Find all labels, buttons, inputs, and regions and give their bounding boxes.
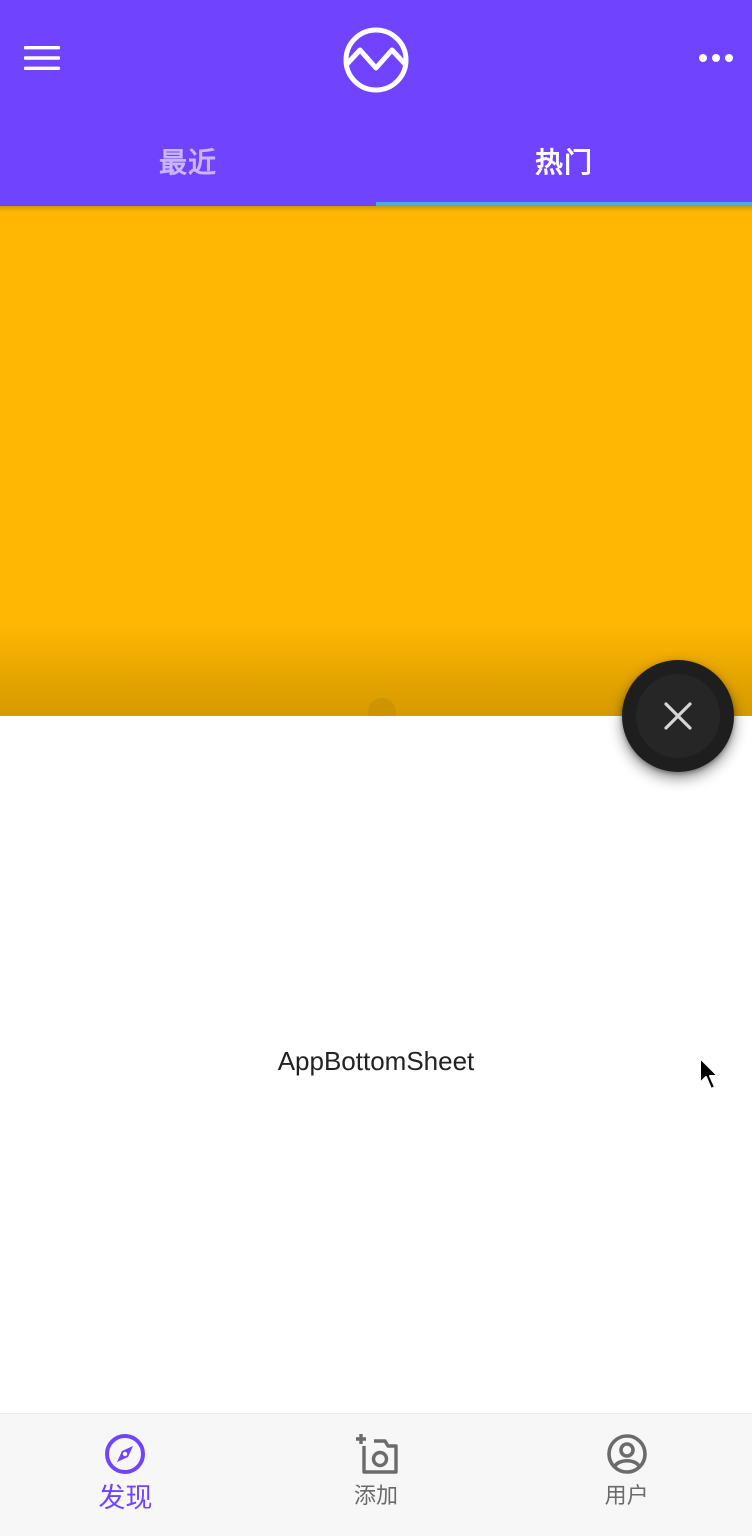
- more-horizontal-icon: [699, 54, 733, 62]
- tab-recent[interactable]: 最近: [0, 116, 376, 206]
- tab-bar-shadow: [0, 206, 752, 212]
- account-circle-icon: [606, 1434, 647, 1474]
- more-options-button[interactable]: [690, 36, 742, 80]
- tab-recent-label: 最近: [158, 146, 217, 179]
- nav-item-user[interactable]: 用户: [501, 1414, 752, 1536]
- bottom-sheet-label: AppBottomSheet: [277, 1046, 475, 1076]
- content-shape: [362, 692, 402, 716]
- content-area: [0, 206, 752, 716]
- nav-label-discover: 发现: [98, 1483, 153, 1514]
- app-screen: 最近 热门 AppBottomSheet 发现 添加 用户: [0, 0, 752, 1536]
- nav-label-user: 用户: [604, 1484, 649, 1509]
- nav-item-discover[interactable]: 发现: [0, 1414, 251, 1536]
- tab-popular-label: 热门: [534, 146, 593, 179]
- app-logo-icon: [343, 27, 409, 93]
- bottom-sheet: AppBottomSheet: [0, 716, 752, 1413]
- bottom-navigation: 发现 添加 用户: [0, 1413, 752, 1536]
- top-app-bar: [0, 0, 752, 116]
- hamburger-menu-icon: [24, 46, 60, 70]
- tab-bar: 最近 热门: [0, 116, 752, 206]
- nav-item-add[interactable]: 添加: [251, 1414, 502, 1536]
- close-icon: [664, 702, 692, 730]
- nav-label-add: 添加: [354, 1484, 399, 1509]
- tab-popular[interactable]: 热门: [376, 116, 752, 206]
- mouse-pointer-icon: [699, 1057, 719, 1090]
- compass-icon: [105, 1434, 146, 1474]
- close-fab-button[interactable]: [622, 660, 734, 772]
- add-photo-icon: [356, 1434, 398, 1474]
- menu-button[interactable]: [18, 36, 66, 80]
